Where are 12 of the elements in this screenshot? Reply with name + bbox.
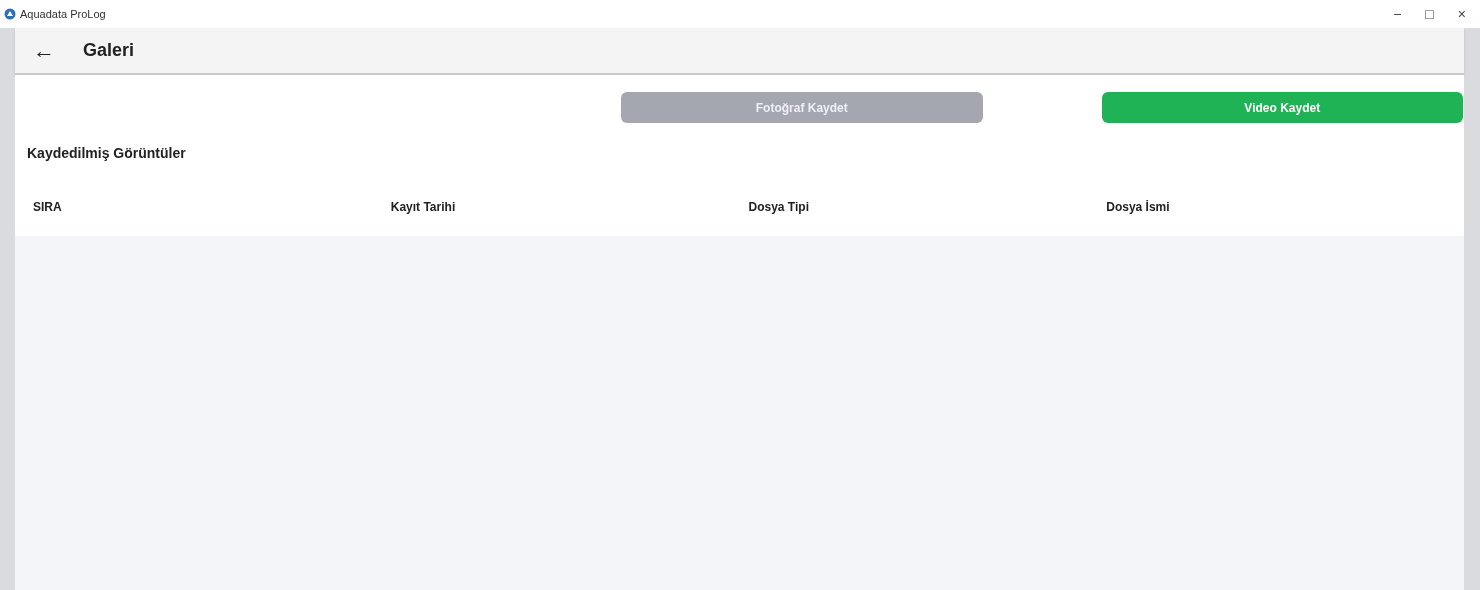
page-title: Galeri bbox=[83, 39, 135, 62]
back-button[interactable]: ← bbox=[33, 39, 55, 62]
section-title: Kaydedilmiş Görüntüler bbox=[27, 144, 186, 163]
column-header: Kayıt Tarihi bbox=[390, 200, 456, 214]
minimize-button[interactable]: − bbox=[1393, 7, 1402, 21]
column-header: Dosya Tipi bbox=[748, 200, 809, 214]
window-title: Aquadata ProLog bbox=[20, 6, 106, 22]
app-logo-icon bbox=[4, 8, 16, 20]
column-header: SIRA bbox=[33, 200, 62, 214]
close-button[interactable]: × bbox=[1457, 7, 1466, 21]
column-header: Dosya İsmi bbox=[1106, 200, 1170, 214]
maximize-button[interactable]: □ bbox=[1425, 7, 1434, 21]
